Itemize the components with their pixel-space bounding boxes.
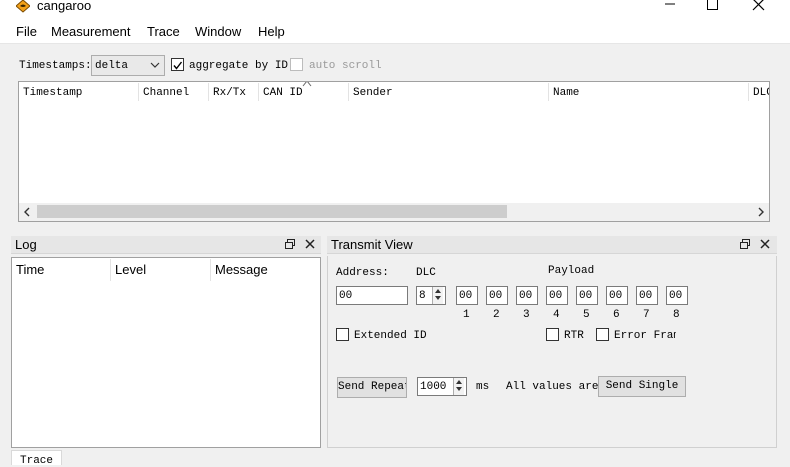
column-header-timestamp[interactable]: Timestamp (23, 86, 82, 100)
column-separator (348, 83, 349, 101)
payload-byte-1[interactable]: 00 (456, 286, 478, 305)
column-separator (208, 83, 209, 101)
window-title: cangaroo (37, 0, 92, 13)
dlc-value: 8 (419, 290, 426, 302)
autoscroll-checkbox[interactable] (290, 58, 303, 71)
aggregate-label: aggregate by ID (189, 60, 289, 72)
column-header-channel[interactable]: Channel (143, 86, 189, 100)
menu-trace[interactable]: Trace (147, 24, 180, 40)
extended-id-label: Extended ID (354, 330, 427, 342)
trace-table[interactable]: Timestamp Channel Rx/Tx CAN ID Sender Na… (18, 81, 770, 222)
rtr-label: RTR (564, 330, 584, 342)
dlc-label: DLC (416, 267, 436, 279)
payload-index-5: 5 (583, 309, 590, 321)
payload-byte-7[interactable]: 00 (636, 286, 658, 305)
payload-index-3: 3 (523, 309, 530, 321)
log-column-level[interactable]: Level (115, 263, 146, 277)
chevron-right-icon[interactable] (757, 207, 765, 217)
timestamps-select[interactable]: delta (91, 55, 165, 76)
minimize-button[interactable] (652, 0, 688, 16)
interval-spin-buttons[interactable] (453, 378, 464, 395)
column-separator (258, 83, 259, 101)
error-frame-checkbox[interactable] (596, 328, 609, 341)
transmit-title: Transmit View (331, 237, 413, 252)
interval-spinbox[interactable]: 1000 (417, 377, 467, 396)
sort-ascending-icon (302, 82, 312, 87)
payload-label: Payload (548, 265, 595, 277)
payload-byte-5[interactable]: 00 (576, 286, 598, 305)
column-header-name[interactable]: Name (553, 86, 579, 100)
rtr-checkbox[interactable] (546, 328, 559, 341)
payload-byte-3[interactable]: 00 (516, 286, 538, 305)
maximize-icon (707, 0, 718, 10)
payload-index-6: 6 (613, 309, 620, 321)
chevron-left-icon[interactable] (23, 207, 31, 217)
column-header-can-id[interactable]: CAN ID (263, 86, 303, 100)
extended-id-checkbox[interactable] (336, 328, 349, 341)
payload-index-8: 8 (673, 309, 680, 321)
close-icon (752, 0, 765, 11)
dlc-spin-buttons[interactable] (432, 287, 443, 304)
payload-index-7: 7 (643, 309, 650, 321)
payload-index-4: 4 (553, 309, 560, 321)
tab-trace[interactable]: Trace (11, 450, 62, 467)
log-column-time[interactable]: Time (16, 263, 44, 277)
menu-file[interactable]: File (16, 24, 37, 40)
column-separator (748, 83, 749, 101)
maximize-button[interactable] (694, 0, 730, 16)
address-label: Address: (336, 267, 389, 279)
interval-value: 1000 (420, 381, 447, 393)
menu-help[interactable]: Help (258, 24, 285, 40)
hex-note-label: All values are hex (506, 381, 598, 393)
payload-byte-6[interactable]: 00 (606, 286, 628, 305)
float-icon[interactable] (738, 237, 752, 251)
column-header-rxtx[interactable]: Rx/Tx (213, 86, 246, 100)
float-icon[interactable] (283, 237, 297, 251)
close-button[interactable] (740, 0, 776, 16)
send-single-button[interactable]: Send Single (598, 376, 686, 397)
send-repeat-button[interactable]: Send Repeat (337, 377, 407, 398)
column-separator (138, 83, 139, 101)
scrollbar-thumb[interactable] (37, 205, 507, 218)
aggregate-checkbox[interactable] (171, 58, 184, 71)
tab-trace-label: Trace (20, 455, 54, 467)
column-header-dlc[interactable]: DLC (753, 86, 769, 100)
close-icon[interactable] (303, 237, 317, 251)
timestamps-value: delta (95, 60, 129, 72)
kangaroo-logo-icon (16, 0, 30, 13)
payload-byte-8[interactable]: 00 (666, 286, 688, 305)
payload-byte-2[interactable]: 00 (486, 286, 508, 305)
payload-index-1: 1 (463, 309, 470, 321)
autoscroll-label: auto scroll (309, 60, 382, 72)
log-column-message[interactable]: Message (215, 263, 268, 277)
column-header-sender[interactable]: Sender (353, 86, 393, 100)
spin-arrows-icon (456, 380, 462, 391)
menu-bar: File Measurement Trace Window Help (0, 17, 790, 44)
column-separator (110, 259, 111, 281)
log-dock-title: Log (11, 236, 321, 254)
column-separator (548, 83, 549, 101)
spin-arrows-icon (435, 289, 441, 300)
status-strip (0, 452, 790, 465)
timestamps-label: Timestamps: (19, 60, 92, 72)
payload-index-2: 2 (493, 309, 500, 321)
menu-measurement[interactable]: Measurement (51, 24, 130, 40)
title-bar: cangaroo (0, 0, 790, 17)
minimize-icon (665, 3, 675, 5)
transmit-panel: Address: DLC Payload 00 8 00 00 00 00 00… (327, 256, 777, 448)
checkmark-icon (173, 61, 183, 70)
menu-window[interactable]: Window (195, 24, 241, 40)
address-input[interactable]: 00 (336, 286, 408, 305)
transmit-dock-title: Transmit View (327, 236, 777, 254)
chevron-down-icon (150, 62, 160, 68)
log-table[interactable]: Time Level Message (11, 257, 321, 448)
payload-byte-4[interactable]: 00 (546, 286, 568, 305)
error-frame-label: Error Frame (614, 330, 676, 342)
column-separator (210, 259, 211, 281)
close-icon[interactable] (758, 237, 772, 251)
interval-unit-label: ms (476, 381, 490, 393)
dlc-spinbox[interactable]: 8 (416, 286, 446, 305)
log-title: Log (15, 237, 37, 252)
horizontal-scrollbar[interactable] (19, 203, 769, 221)
